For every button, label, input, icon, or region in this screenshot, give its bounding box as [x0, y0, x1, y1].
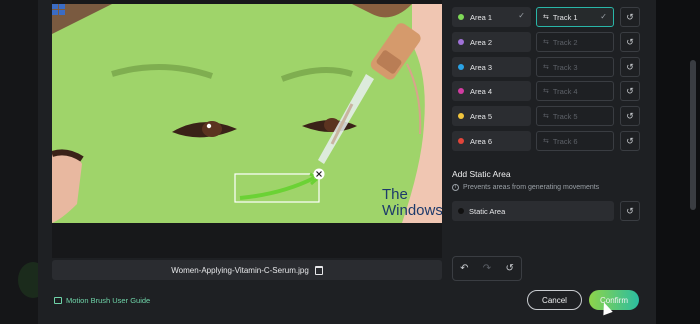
area-color-dot [458, 88, 464, 94]
reset-all-icon[interactable]: ↺ [505, 263, 513, 274]
watermark-text: The WindowsClub [382, 186, 442, 219]
static-area-reset-button[interactable]: ↺ [620, 201, 640, 221]
area-button[interactable]: Area 4 [452, 81, 531, 101]
track-button[interactable]: ⇆ Track 5 [536, 106, 614, 126]
static-area-note: i Prevents areas from generating movemen… [452, 184, 599, 191]
track-button[interactable]: ⇆ Track 3 [536, 57, 614, 77]
track-label: Track 6 [552, 136, 578, 146]
book-icon [54, 297, 62, 304]
confirm-button[interactable]: Confirm [589, 290, 639, 310]
delete-icon[interactable] [314, 265, 323, 275]
area-button[interactable]: Area 2 [452, 32, 531, 52]
track-icon: ⇆ [543, 138, 549, 145]
area-color-dot [458, 14, 464, 20]
area-label: Area 5 [470, 111, 493, 121]
history-controls: ↶ ↷ ↺ [452, 256, 522, 281]
track-button[interactable]: ⇆ Track 1 ✓ [536, 7, 614, 27]
track-icon: ⇆ [543, 113, 549, 120]
track-label: Track 2 [552, 37, 578, 47]
track-label: Track 5 [552, 111, 578, 121]
area-button[interactable]: Area 5 [452, 106, 531, 126]
check-icon: ✓ [600, 12, 607, 21]
track-label: Track 3 [552, 62, 578, 72]
area-label: Area 1 [470, 12, 493, 22]
track-icon: ⇆ [543, 88, 549, 95]
page-scrollbar[interactable] [690, 60, 696, 210]
area-label: Area 2 [470, 37, 493, 47]
static-area-button[interactable]: Static Area [452, 201, 614, 221]
file-name: Women-Applying-Vitamin-C-Serum.jpg [171, 265, 309, 275]
row-reset-button[interactable]: ↺ [620, 57, 640, 77]
row-reset-button[interactable]: ↺ [620, 32, 640, 52]
track-icon: ⇆ [543, 39, 549, 46]
redo-icon[interactable]: ↷ [483, 263, 491, 274]
area-label: Area 3 [470, 62, 493, 72]
watermark-logo-icon [52, 4, 65, 15]
area-color-dot [458, 113, 464, 119]
area-color-dot [458, 39, 464, 45]
track-label: Track 4 [552, 86, 578, 96]
row-reset-button[interactable]: ↺ [620, 81, 640, 101]
area-label: Area 6 [470, 136, 493, 146]
info-icon: i [452, 184, 459, 191]
undo-icon[interactable]: ↶ [460, 263, 468, 274]
check-icon: ✓ [518, 11, 525, 20]
user-guide-link[interactable]: Motion Brush User Guide [54, 296, 150, 305]
area-button[interactable]: Area 3 [452, 57, 531, 77]
masked-photo[interactable]: The WindowsClub [52, 4, 442, 223]
image-canvas: The WindowsClub [52, 0, 442, 258]
track-button[interactable]: ⇆ Track 6 [536, 131, 614, 151]
area-button[interactable]: Area 1 ✓ [452, 7, 531, 27]
cancel-button[interactable]: Cancel [527, 290, 582, 310]
filename-bar: Women-Applying-Vitamin-C-Serum.jpg [52, 260, 442, 280]
static-area-title: Add Static Area [452, 169, 511, 179]
static-area-dot-icon [458, 208, 464, 214]
track-label: Track 1 [552, 12, 578, 22]
area-label: Area 4 [470, 86, 493, 96]
row-reset-button[interactable]: ↺ [620, 7, 640, 27]
track-icon: ⇆ [543, 14, 549, 21]
area-button[interactable]: Area 6 [452, 131, 531, 151]
row-reset-button[interactable]: ↺ [620, 106, 640, 126]
area-color-dot [458, 138, 464, 144]
row-reset-button[interactable]: ↺ [620, 131, 640, 151]
track-icon: ⇆ [543, 64, 549, 71]
track-button[interactable]: ⇆ Track 2 [536, 32, 614, 52]
area-color-dot [458, 64, 464, 70]
track-button[interactable]: ⇆ Track 4 [536, 81, 614, 101]
